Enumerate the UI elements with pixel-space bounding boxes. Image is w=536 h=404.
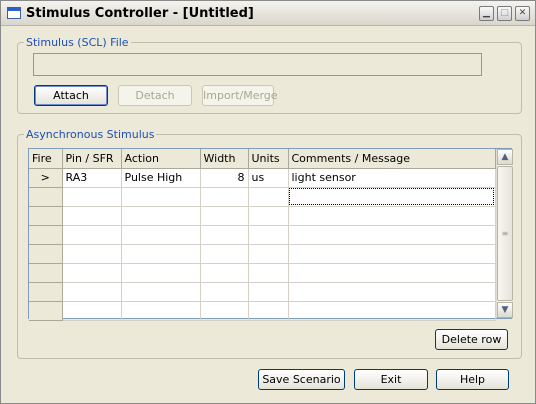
comment-cell[interactable] [288, 244, 496, 264]
comment-cell[interactable] [288, 301, 496, 321]
pin-cell[interactable] [62, 263, 122, 283]
grid-vertical-scrollbar[interactable]: ▲ ≡ ▼ [496, 149, 513, 318]
units-cell[interactable] [248, 263, 289, 283]
column-header-width[interactable]: Width [200, 149, 249, 169]
attach-button[interactable]: Attach [34, 85, 108, 106]
column-header-pin-sfr[interactable]: Pin / SFR [62, 149, 122, 169]
units-cell[interactable] [248, 282, 289, 302]
units-cell[interactable]: us [248, 168, 289, 188]
column-header-units[interactable]: Units [248, 149, 289, 169]
scl-file-path-field [33, 53, 482, 76]
comment-cell[interactable] [288, 263, 496, 283]
help-button[interactable]: Help [436, 369, 509, 390]
action-cell[interactable] [121, 301, 201, 321]
units-cell[interactable] [248, 206, 289, 226]
table-row [29, 244, 496, 264]
stimulus-controller-window: Stimulus Controller - [Untitled] ▁ □ ✕ S… [0, 0, 536, 404]
save-scenario-button[interactable]: Save Scenario [258, 369, 345, 390]
units-cell[interactable] [248, 301, 289, 321]
comment-cell[interactable] [288, 282, 496, 302]
window-title: Stimulus Controller - [Untitled] [26, 6, 254, 21]
scl-file-group-label: Stimulus (SCL) File [24, 36, 131, 49]
fire-button[interactable] [29, 225, 63, 245]
pin-cell[interactable] [62, 282, 122, 302]
column-header-action[interactable]: Action [121, 149, 201, 169]
width-cell[interactable] [200, 244, 249, 264]
scroll-down-arrow-icon[interactable]: ▼ [497, 302, 513, 318]
table-row [29, 282, 496, 302]
comment-cell-focused[interactable] [288, 187, 496, 207]
delete-row-button[interactable]: Delete row [435, 329, 508, 350]
fire-button[interactable] [29, 187, 63, 207]
action-cell[interactable] [121, 206, 201, 226]
width-cell[interactable] [200, 263, 249, 283]
import-merge-button: Import/Merge [202, 85, 278, 106]
pin-cell[interactable] [62, 187, 122, 207]
fire-button[interactable] [29, 206, 63, 226]
width-cell[interactable]: 8 [200, 168, 249, 188]
stimulus-grid: Fire Pin / SFR Action Width Units Commen… [28, 148, 513, 321]
width-cell[interactable] [200, 187, 249, 207]
fire-button[interactable] [29, 282, 63, 302]
table-row [29, 263, 496, 283]
pin-cell[interactable] [62, 244, 122, 264]
units-cell[interactable] [248, 225, 289, 245]
action-cell[interactable] [121, 187, 201, 207]
action-cell[interactable] [121, 263, 201, 283]
pin-cell[interactable]: RA3 [62, 168, 122, 188]
table-row: > RA3 Pulse High 8 us light sensor [29, 168, 496, 188]
table-row [29, 187, 496, 207]
column-header-fire[interactable]: Fire [29, 149, 63, 169]
minimize-button[interactable]: ▁ [479, 6, 494, 21]
pin-cell[interactable] [62, 301, 122, 321]
action-cell[interactable]: Pulse High [121, 168, 201, 188]
width-cell[interactable] [200, 301, 249, 321]
comment-cell[interactable] [288, 225, 496, 245]
width-cell[interactable] [200, 206, 249, 226]
action-cell[interactable] [121, 244, 201, 264]
scrollbar-thumb[interactable]: ≡ [497, 166, 513, 301]
units-cell[interactable] [248, 187, 289, 207]
table-row [29, 225, 496, 245]
close-button[interactable]: ✕ [515, 6, 530, 21]
fire-button[interactable] [29, 263, 63, 283]
table-header-row: Fire Pin / SFR Action Width Units Commen… [29, 149, 496, 169]
pin-cell[interactable] [62, 206, 122, 226]
column-header-comments[interactable]: Comments / Message [288, 149, 496, 169]
fire-button[interactable] [29, 301, 63, 321]
title-bar[interactable]: Stimulus Controller - [Untitled] ▁ □ ✕ [1, 1, 535, 26]
async-stimulus-group-label: Asynchronous Stimulus [24, 128, 157, 141]
units-cell[interactable] [248, 244, 289, 264]
stimulus-table: Fire Pin / SFR Action Width Units Commen… [29, 149, 496, 321]
action-cell[interactable] [121, 225, 201, 245]
scroll-up-arrow-icon[interactable]: ▲ [497, 149, 513, 165]
comment-cell[interactable]: light sensor [288, 168, 496, 188]
detach-button: Detach [118, 85, 192, 106]
pin-cell[interactable] [62, 225, 122, 245]
app-window-icon [7, 7, 21, 19]
table-row [29, 301, 496, 321]
maximize-button: □ [497, 6, 512, 21]
comment-cell[interactable] [288, 206, 496, 226]
width-cell[interactable] [200, 282, 249, 302]
table-row [29, 206, 496, 226]
fire-button[interactable] [29, 244, 63, 264]
fire-button[interactable]: > [29, 168, 63, 188]
action-cell[interactable] [121, 282, 201, 302]
exit-button[interactable]: Exit [354, 369, 428, 390]
width-cell[interactable] [200, 225, 249, 245]
